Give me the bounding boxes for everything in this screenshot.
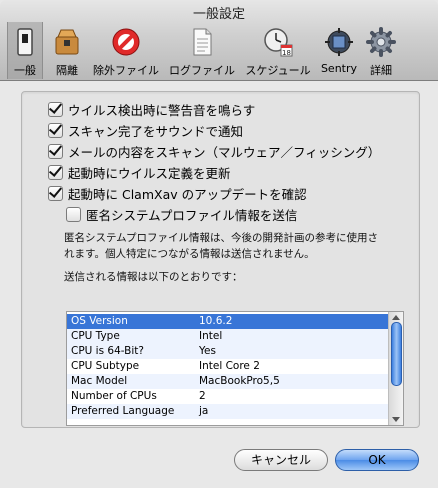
table-cell-value: 10.6.2 [199,315,233,327]
table-row[interactable]: Number of CPUs 2 [67,389,389,404]
ok-button[interactable]: OK [335,449,419,471]
table-row[interactable]: Mac Model MacBookPro5,5 [67,374,389,389]
tab-general[interactable]: 一般 [7,22,43,79]
tab-sentry[interactable]: Sentry [318,22,360,79]
table-cell-key: CPU is 64-Bit? [71,345,144,357]
profile-note-line2: れます。個人特定につながる情報は送信されません。 [64,248,315,260]
document-icon [193,28,212,56]
update-defs-option[interactable]: 起動時にウイルス定義を更新 [48,163,231,181]
table-cell-key: Preferred Language [71,405,175,417]
tab-quarantine[interactable]: 隔離 [49,22,85,79]
alert-sound-label: ウイルス検出時に警告音を鳴らす [68,102,256,118]
window-title: 一般設定 [192,7,245,22]
table-cell-value: Intel [199,330,223,342]
content-area: ウイルス検出時に警告音を鳴らす スキャン完了をサウンドで通知 メールの内容をスキ… [0,81,438,488]
scan-notify-option[interactable]: スキャン完了をサウンドで通知 [48,121,243,139]
check-updates-checkbox[interactable] [48,185,63,201]
preferences-window: 一般設定 一般 隔離 除外ファイル ログファイル 18 スケジュール Sentr… [0,0,438,488]
table-cell-value: MacBookPro5,5 [199,375,280,387]
cancel-button[interactable]: キャンセル [234,449,328,471]
tab-advanced[interactable]: 詳細 [362,22,400,79]
anon-profile-checkbox[interactable] [66,206,81,222]
table-cell-value: Intel Core 2 [199,360,260,372]
tab-quarantine-label: 隔離 [56,64,78,77]
table-row[interactable]: CPU Subtype Intel Core 2 [67,359,389,374]
profile-note: 匿名システムプロファイル情報は、今後の開発計画の参考に使用さ れます。個人特定に… [64,230,378,262]
scroll-up-arrow-icon[interactable] [392,315,400,320]
clock-calendar-icon: 18 [264,28,293,57]
check-updates-label: 起動時に ClamXav のアップデートを確認 [68,186,307,202]
table-cell-key: OS Version [71,315,128,327]
scan-notify-checkbox[interactable] [48,122,63,138]
gear-icon [366,27,396,57]
profile-table[interactable]: OS Version 10.6.2 CPU Type Intel CPU is … [66,311,404,426]
alert-sound-option[interactable]: ウイルス検出時に警告音を鳴らす [48,100,255,118]
alert-sound-checkbox[interactable] [48,101,63,117]
tab-sentry-label: Sentry [320,62,358,75]
table-row[interactable]: OS Version 10.6.2 [67,314,389,329]
toolbar: 一般 隔離 除外ファイル ログファイル 18 スケジュール Sentry 詳細 [0,22,438,79]
table-cell-key: CPU Type [71,330,120,342]
anon-profile-option[interactable]: 匿名システムプロファイル情報を送信 [66,205,297,223]
table-row[interactable]: Preferred Language ja [67,404,389,419]
table-scrollbar[interactable] [388,312,403,425]
update-defs-label: 起動時にウイルス定義を更新 [68,165,231,181]
table-cell-value: 2 [199,390,206,402]
settings-panel: ウイルス検出時に警告音を鳴らす スキャン完了をサウンドで通知 メールの内容をスキ… [21,91,420,428]
quarantine-box-icon [55,29,79,55]
profile-note-line1: 匿名システムプロファイル情報は、今後の開発計画の参考に使用さ [64,232,379,244]
mail-scan-label: メールの内容をスキャン（マルウェア／フィッシング） [68,144,381,160]
anon-profile-label: 匿名システムプロファイル情報を送信 [86,207,298,223]
update-defs-checkbox[interactable] [48,164,63,180]
table-cell-value: Yes [199,345,216,357]
svg-text:18: 18 [282,49,291,57]
table-row[interactable]: CPU Type Intel [67,329,389,344]
scrollbar-thumb[interactable] [391,322,402,386]
tab-schedule-label: スケジュール [245,64,311,77]
table-cell-key: Mac Model [71,375,128,387]
sentry-monitor-icon [325,28,353,56]
tab-general-label: 一般 [14,64,36,77]
scan-notify-label: スキャン完了をサウンドで通知 [68,123,244,139]
tab-exclusions-label: 除外ファイル [93,64,159,77]
table-cell-key: CPU Subtype [71,360,140,372]
tab-logfiles[interactable]: ログファイル [166,22,238,79]
tab-exclusions[interactable]: 除外ファイル [89,22,163,79]
tab-schedule[interactable]: 18 スケジュール [241,22,315,79]
scroll-down-arrow-icon[interactable] [392,417,400,422]
table-row[interactable]: CPU is 64-Bit? Yes [67,344,389,359]
mail-scan-option[interactable]: メールの内容をスキャン（マルウェア／フィッシング） [48,142,380,160]
tab-logfiles-label: ログファイル [169,64,235,77]
mail-scan-checkbox[interactable] [48,143,63,159]
no-entry-icon [112,28,140,56]
sent-info-label: 送信される情報は以下のとおりです： [64,271,243,283]
table-cell-value: ja [199,405,209,417]
titlebar: 一般設定 一般 隔離 除外ファイル ログファイル 18 スケジュール Sentr… [0,0,438,81]
check-updates-option[interactable]: 起動時に ClamXav のアップデートを確認 [48,184,307,202]
table-cell-key: Number of CPUs [71,390,157,402]
tab-advanced-label: 詳細 [370,64,392,77]
switch-icon [17,28,33,56]
